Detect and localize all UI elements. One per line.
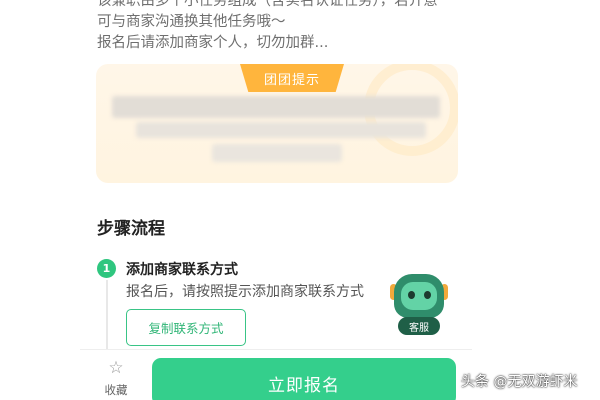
favorite-label: 收藏 [104,383,128,397]
blurred-content [212,144,342,162]
watermark-text: 头条 @无双游虾米 [461,374,578,390]
favorite-button[interactable]: ☆ 收藏 [98,358,134,400]
blurred-content [136,122,426,138]
customer-service-label: 客服 [398,317,440,335]
description-line: 报名后请添加商家个人，切勿加群... [97,35,329,51]
mascot-face [401,282,437,310]
step-title: 添加商家联系方式 [126,262,238,278]
mascot-eye [408,291,415,299]
signup-button[interactable]: 立即报名 [152,358,456,400]
steps-heading: 步骤流程 [97,219,165,239]
customer-service-button[interactable]: 客服 [390,272,448,338]
description-line: 可与商家沟通换其他任务哦～ [97,14,286,30]
step-number-badge: 1 [97,259,116,278]
blurred-content [112,96,440,118]
copy-contact-button[interactable]: 复制联系方式 [126,309,246,346]
step-description: 报名后，请按照提示添加商家联系方式 [126,284,364,300]
description-line: 该兼职由多个小任务组成（含实名认证任务），若介意 [97,0,438,9]
task-detail-page: 该兼职由多个小任务组成（含实名认证任务），若介意 可与商家沟通换其他任务哦～ 报… [80,0,472,400]
task-description: 该兼职由多个小任务组成（含实名认证任务），若介意 可与商家沟通换其他任务哦～ 报… [97,0,457,54]
tip-tag: 团团提示 [240,64,344,92]
bottom-bar-divider [80,349,472,350]
star-outline-icon: ☆ [108,358,124,378]
step-connector-line [106,280,108,350]
mascot-eye [424,291,431,299]
tip-tag-label: 团团提示 [263,72,320,88]
tip-card: 团团提示 [96,64,458,183]
